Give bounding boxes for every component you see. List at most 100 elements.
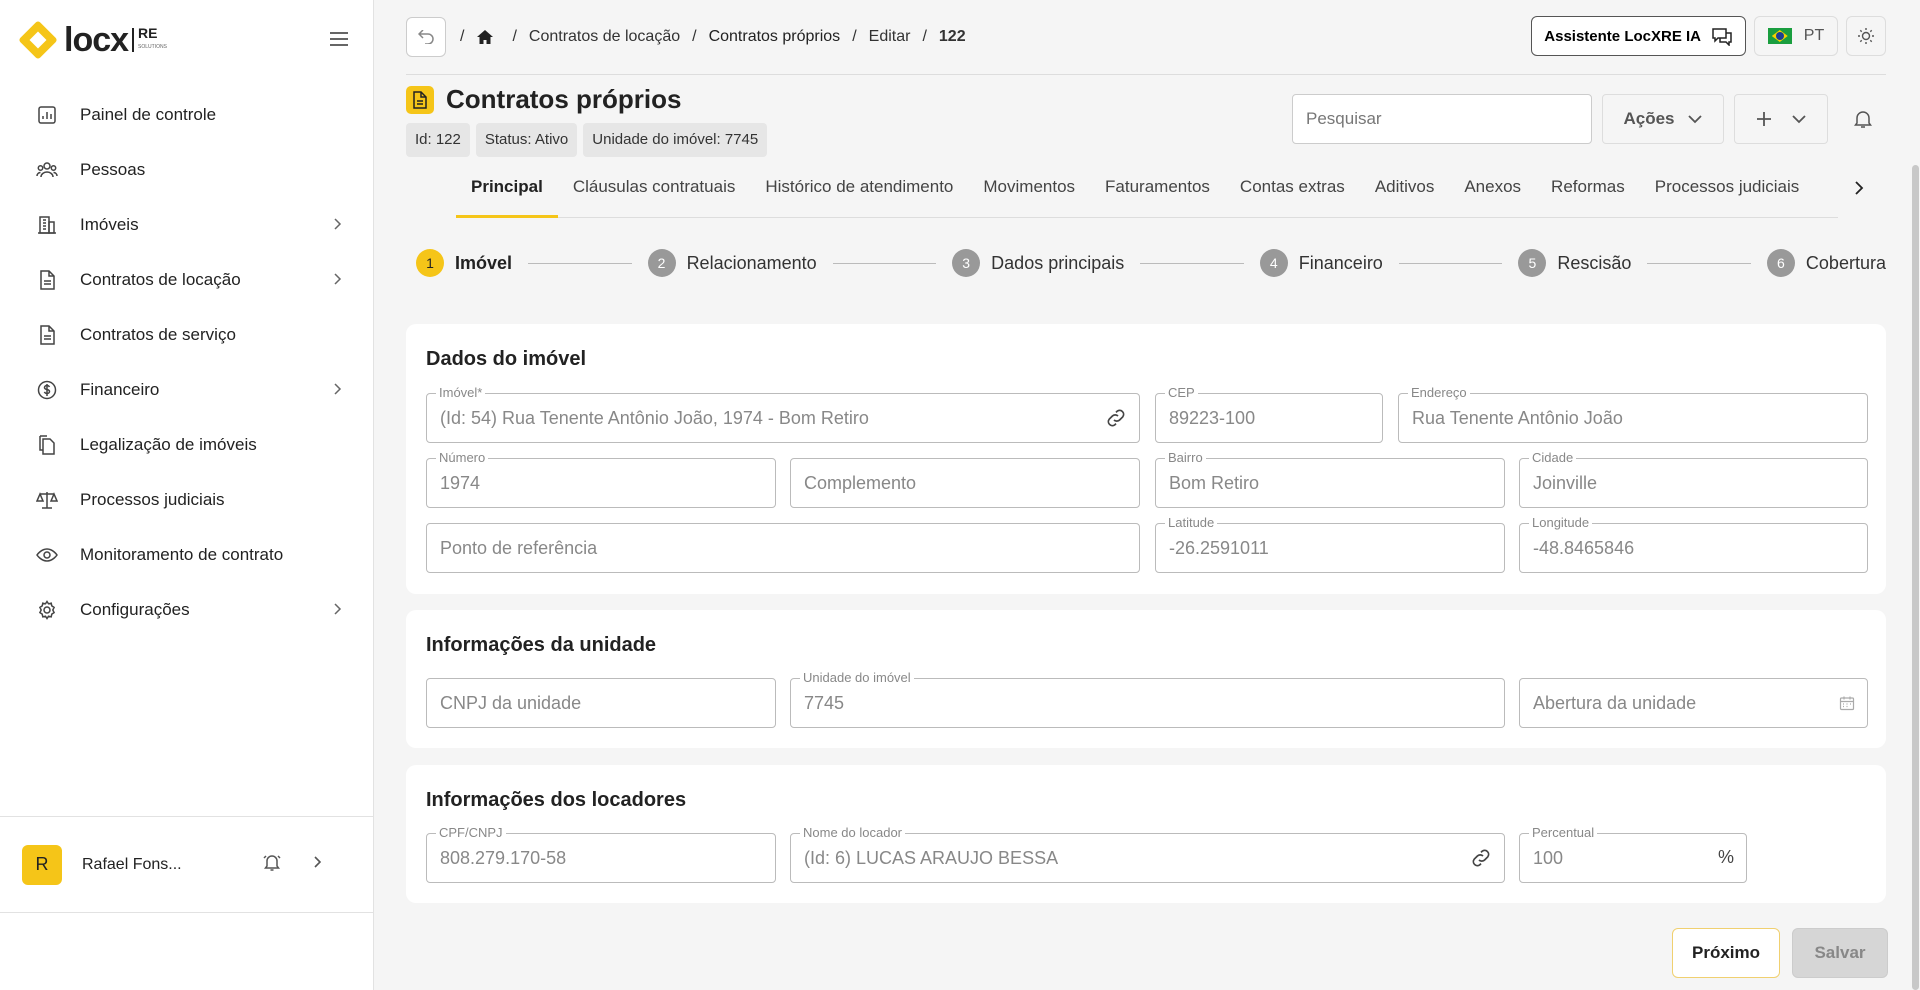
logo[interactable]: locx RE SOLUTIONS xyxy=(16,18,167,62)
step-imovel[interactable]: 1 Imóvel xyxy=(416,249,512,277)
card-informacoes-unidade: Informações da unidade CNPJ da unidade U… xyxy=(406,610,1886,748)
sidebar-item-processos[interactable]: Processos judiciais xyxy=(0,472,373,527)
sidebar-nav: Painel de controle Pessoas Imóveis Contr… xyxy=(0,87,373,637)
breadcrumb-contratos-proprios[interactable]: Contratos próprios xyxy=(709,28,841,46)
scrollbar[interactable] xyxy=(1912,165,1919,990)
logo-mark-icon xyxy=(16,18,60,62)
tab-clausulas[interactable]: Cláusulas contratuais xyxy=(558,168,751,218)
link-icon[interactable] xyxy=(1105,407,1127,434)
tab-aditivos[interactable]: Aditivos xyxy=(1360,168,1450,218)
sidebar-item-label: Processos judiciais xyxy=(80,489,225,509)
abertura-unidade-field[interactable]: Abertura da unidade xyxy=(1519,678,1868,728)
numero-field[interactable]: Número 1974 xyxy=(426,451,776,508)
step-rescisao[interactable]: 5 Rescisão xyxy=(1518,249,1631,277)
eye-icon xyxy=(36,544,58,566)
building-icon xyxy=(36,214,58,236)
chevron-right-icon xyxy=(332,272,342,291)
search-input[interactable] xyxy=(1292,94,1592,144)
cidade-field[interactable]: Cidade Joinville xyxy=(1519,451,1868,508)
breadcrumb-contratos-locacao[interactable]: Contratos de locação xyxy=(529,28,680,46)
step-financeiro[interactable]: 4 Financeiro xyxy=(1259,249,1383,277)
back-button[interactable] xyxy=(406,17,446,57)
sidebar-item-legalizacao[interactable]: Legalização de imóveis xyxy=(0,417,373,472)
sidebar-item-label: Contratos de serviço xyxy=(80,324,236,344)
info-chips: Id: 122 Status: Ativo Unidade do imóvel:… xyxy=(406,123,768,157)
step-cobertura[interactable]: 6 Cobertura xyxy=(1766,249,1886,277)
home-icon[interactable] xyxy=(476,29,494,45)
actions-dropdown-button[interactable]: Ações xyxy=(1602,94,1724,144)
sidebar-item-label: Pessoas xyxy=(80,159,146,179)
document-icon xyxy=(406,85,434,114)
stepper: 1 Imóvel 2 Relacionamento 3 Dados principai… xyxy=(416,248,1886,278)
complemento-field[interactable]: Complemento xyxy=(790,458,1140,508)
nome-locador-field[interactable]: Nome do locador (Id: 6) LUCAS ARAUJO BES… xyxy=(790,826,1505,883)
chat-icon xyxy=(1712,28,1732,46)
bairro-field[interactable]: Bairro Bom Retiro xyxy=(1155,451,1505,508)
document-icon xyxy=(36,269,58,291)
breadcrumb-editar: Editar xyxy=(868,28,911,45)
undo-arrow-icon xyxy=(418,30,434,44)
save-button[interactable]: Salvar xyxy=(1792,928,1888,978)
user-bar[interactable]: R Rafael Fons... xyxy=(0,816,373,912)
tab-processos[interactable]: Processos judiciais xyxy=(1640,168,1815,218)
tab-movimentos[interactable]: Movimentos xyxy=(968,168,1090,218)
cpf-cnpj-field[interactable]: CPF/CNPJ 808.279.170-58 xyxy=(426,826,776,883)
sidebar-item-label: Contratos de locação xyxy=(80,269,241,289)
people-icon xyxy=(36,159,58,181)
calendar-icon[interactable] xyxy=(1839,695,1855,716)
sidebar-item-label: Painel de controle xyxy=(80,104,217,124)
next-button[interactable]: Próximo xyxy=(1672,928,1780,978)
tab-bar: Principal Cláusulas contratuais Históric… xyxy=(456,168,1838,218)
tab-principal[interactable]: Principal xyxy=(456,168,558,218)
section-title: Informações da unidade xyxy=(426,634,657,656)
chevron-right-icon xyxy=(332,217,342,236)
sidebar-item-monitoramento[interactable]: Monitoramento de contrato xyxy=(0,527,373,582)
main-content: / / Contratos de locação / Contratos pró… xyxy=(374,0,1920,990)
chart-icon xyxy=(36,104,58,126)
sidebar-item-painel[interactable]: Painel de controle xyxy=(0,87,373,142)
referencia-field[interactable]: Ponto de referência xyxy=(426,523,1140,573)
endereco-field[interactable]: Endereço Rua Tenente Antônio João xyxy=(1398,386,1868,443)
topbar-actions: Assistente LocXRE IA PT xyxy=(1531,16,1886,56)
topbar: / / Contratos de locação / Contratos pró… xyxy=(406,16,1886,58)
imovel-field[interactable]: Imóvel* (Id: 54) Rua Tenente Antônio Joã… xyxy=(426,386,1140,443)
assistant-button[interactable]: Assistente LocXRE IA xyxy=(1531,16,1746,56)
add-dropdown-button[interactable] xyxy=(1734,94,1828,144)
sidebar-item-financeiro[interactable]: Financeiro xyxy=(0,362,373,417)
tab-contas-extras[interactable]: Contas extras xyxy=(1225,168,1360,218)
sidebar-item-imoveis[interactable]: Imóveis xyxy=(0,197,373,252)
unidade-imovel-field[interactable]: Unidade do imóvel 7745 xyxy=(790,671,1505,728)
logo-text: locx xyxy=(64,20,129,59)
sidebar-item-contratos-servico[interactable]: Contratos de serviço xyxy=(0,307,373,362)
latitude-field[interactable]: Latitude -26.2591011 xyxy=(1155,516,1505,573)
page-title: Contratos próprios xyxy=(446,84,682,114)
cep-field[interactable]: CEP 89223-100 xyxy=(1155,386,1383,443)
scales-icon xyxy=(36,489,58,511)
longitude-field[interactable]: Longitude -48.8465846 xyxy=(1519,516,1868,573)
step-dados-principais[interactable]: 3 Dados principais xyxy=(952,249,1124,277)
menu-toggle-icon[interactable] xyxy=(330,32,348,46)
sidebar-item-label: Configurações xyxy=(80,599,190,619)
link-icon[interactable] xyxy=(1470,847,1492,874)
sidebar-item-pessoas[interactable]: Pessoas xyxy=(0,142,373,197)
tab-anexos[interactable]: Anexos xyxy=(1449,168,1536,218)
step-relacionamento[interactable]: 2 Relacionamento xyxy=(647,249,817,277)
tab-reformas[interactable]: Reformas xyxy=(1536,168,1640,218)
chevron-right-icon[interactable] xyxy=(312,855,322,874)
tabs-scroll-right-icon[interactable] xyxy=(1854,180,1864,201)
logo-suffix: RE SOLUTIONS xyxy=(138,25,167,50)
percentual-field[interactable]: Percentual 100 % xyxy=(1519,826,1747,883)
cnpj-unidade-field[interactable]: CNPJ da unidade xyxy=(426,678,776,728)
notification-bell-icon[interactable] xyxy=(262,852,282,877)
tab-faturamentos[interactable]: Faturamentos xyxy=(1090,168,1225,218)
dollar-icon xyxy=(36,379,58,401)
sidebar-item-configuracoes[interactable]: Configurações xyxy=(0,582,373,637)
language-button[interactable]: PT xyxy=(1754,16,1838,56)
card-informacoes-locadores: Informações dos locadores CPF/CNPJ 808.2… xyxy=(406,765,1886,903)
sidebar-item-contratos-locacao[interactable]: Contratos de locação xyxy=(0,252,373,307)
theme-toggle-button[interactable] xyxy=(1846,16,1886,56)
chip-status: Status: Ativo xyxy=(475,123,578,157)
notifications-button[interactable] xyxy=(1838,94,1888,144)
tab-historico[interactable]: Histórico de atendimento xyxy=(750,168,968,218)
sidebar-item-label: Imóveis xyxy=(80,214,139,234)
